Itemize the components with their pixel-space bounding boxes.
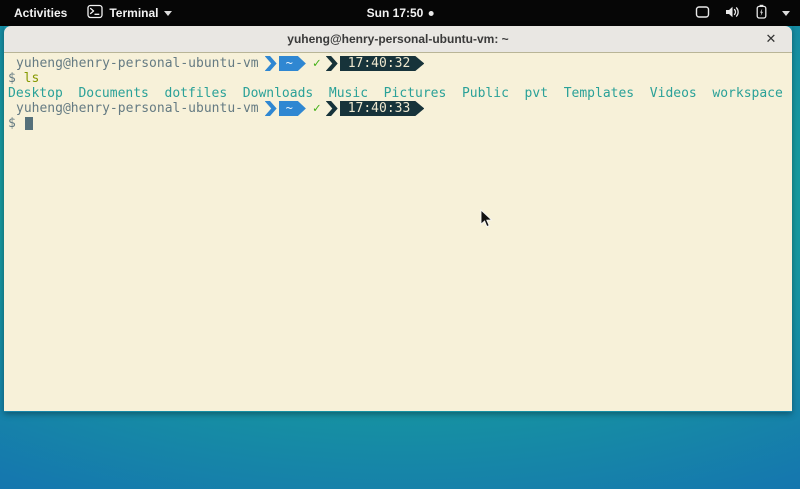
prompt-line-2: yuheng@henry-personal-ubuntu-vm ~ ✓ 17:4… <box>8 101 788 116</box>
status-check-icon: ✓ <box>313 101 321 116</box>
display-icon <box>695 5 710 22</box>
prompt-symbol: $ <box>8 116 24 131</box>
terminal-screen[interactable]: yuheng@henry-personal-ubuntu-vm ~ ✓ 17:4… <box>4 53 792 411</box>
prompt-line-1: yuheng@henry-personal-ubuntu-vm ~ ✓ 17:4… <box>8 56 788 71</box>
activities-button[interactable]: Activities <box>10 4 71 22</box>
close-icon[interactable]: ✕ <box>763 31 779 47</box>
terminal-app-icon <box>87 4 103 22</box>
desktop: { "top_bar": { "activities_label": "Acti… <box>0 0 800 489</box>
powerline-chevron-icon <box>265 101 277 116</box>
command-line-2: $ <box>8 116 788 131</box>
clock-menu[interactable]: Sun 17:50 <box>367 0 434 26</box>
mouse-pointer-icon <box>480 209 493 228</box>
prompt-time-segment: 17:40:32 <box>340 56 425 71</box>
prompt-cwd-segment: ~ <box>279 101 306 116</box>
command-line-1: $ ls <box>8 71 788 86</box>
app-menu-terminal[interactable]: Terminal <box>87 4 172 22</box>
terminal-cursor <box>25 117 33 130</box>
clock-label: Sun 17:50 <box>367 6 424 20</box>
powerline-chevron-icon <box>326 56 338 71</box>
chevron-down-icon <box>164 11 172 16</box>
battery-charging-icon <box>756 4 767 22</box>
ls-output-line: Desktop Documents dotfiles Downloads Mus… <box>8 86 788 101</box>
app-menu-label: Terminal <box>109 6 158 20</box>
notification-dot <box>428 11 433 16</box>
terminal-window: yuheng@henry-personal-ubuntu-vm: ~ ✕ yuh… <box>4 26 792 412</box>
prompt-user-host: yuheng@henry-personal-ubuntu-vm <box>16 101 259 116</box>
powerline-chevron-icon <box>265 56 277 71</box>
top-bar: Activities Terminal Sun 17:50 <box>0 0 800 26</box>
prompt-user-host: yuheng@henry-personal-ubuntu-vm <box>16 56 259 71</box>
powerline-chevron-icon <box>326 101 338 116</box>
prompt-symbol: $ <box>8 71 24 86</box>
top-bar-left: Activities Terminal <box>0 4 172 22</box>
chevron-down-icon <box>782 11 790 16</box>
prompt-cwd-segment: ~ <box>279 56 306 71</box>
system-status-area[interactable] <box>695 0 800 26</box>
window-titlebar[interactable]: yuheng@henry-personal-ubuntu-vm: ~ ✕ <box>4 26 792 53</box>
ls-directories: Desktop Documents dotfiles Downloads Mus… <box>8 86 783 101</box>
window-title: yuheng@henry-personal-ubuntu-vm: ~ <box>287 32 508 46</box>
prompt-time-segment: 17:40:33 <box>340 101 425 116</box>
volume-icon <box>725 5 741 22</box>
command-text: ls <box>24 71 40 86</box>
status-check-icon: ✓ <box>313 56 321 71</box>
